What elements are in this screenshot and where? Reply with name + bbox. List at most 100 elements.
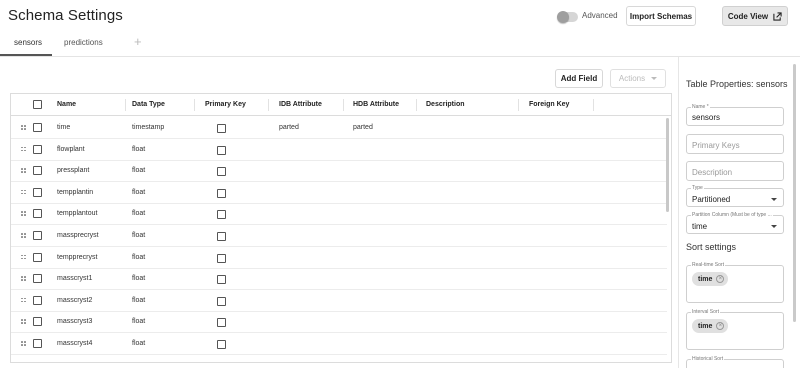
primary-key-checkbox[interactable] <box>217 275 226 285</box>
field-name[interactable]: massprecryst <box>57 232 99 239</box>
partition-column-select[interactable]: Partition Column (Must be of type ... ti… <box>686 212 784 234</box>
field-data-type[interactable]: timestamp <box>132 124 164 131</box>
table-row[interactable]: pressplant float <box>11 160 667 183</box>
field-name[interactable]: time <box>57 124 70 131</box>
row-select-checkbox[interactable] <box>33 252 42 262</box>
column-header-idb-attribute[interactable]: IDB Attribute <box>279 101 322 108</box>
drag-handle-icon[interactable] <box>21 125 27 130</box>
field-name[interactable]: flowplant <box>57 146 85 153</box>
primary-key-checkbox[interactable] <box>217 253 226 263</box>
select-all-checkbox[interactable] <box>33 100 42 109</box>
field-data-type[interactable]: float <box>132 167 145 174</box>
drag-handle-icon[interactable] <box>21 146 27 152</box>
drag-handle-icon[interactable] <box>21 168 27 173</box>
field-data-type[interactable]: float <box>132 232 145 239</box>
tab-predictions[interactable]: predictions <box>64 38 103 47</box>
primary-key-checkbox[interactable] <box>217 232 226 241</box>
actions-dropdown[interactable]: Actions <box>610 69 666 88</box>
remove-chip-icon[interactable]: × <box>716 322 725 330</box>
panel-scrollbar[interactable] <box>793 64 796 322</box>
type-select[interactable]: Type Partitioned <box>686 185 784 207</box>
interval-sort-field[interactable]: Interval Sort time × <box>686 309 784 350</box>
field-name[interactable]: tempprecryst <box>57 254 97 261</box>
drag-handle-icon[interactable] <box>21 189 27 195</box>
primary-key-checkbox[interactable] <box>217 167 226 177</box>
chevron-down-icon <box>651 77 658 80</box>
column-header-description[interactable]: Description <box>426 101 465 108</box>
interval-sort-chip-label: time <box>698 322 713 330</box>
code-view-button[interactable]: Code View <box>722 6 788 26</box>
primary-key-checkbox[interactable] <box>217 340 226 349</box>
primary-keys-field[interactable]: Primary Keys <box>686 134 784 154</box>
row-select-checkbox[interactable] <box>33 209 42 219</box>
field-data-type[interactable]: float <box>132 340 145 347</box>
field-name[interactable]: masscryst2 <box>57 297 92 304</box>
row-select-checkbox[interactable] <box>33 274 42 284</box>
field-name[interactable]: pressplant <box>57 167 89 174</box>
table-row[interactable]: massprecryst float <box>11 225 667 247</box>
table-row[interactable]: masscryst4 float <box>11 333 667 355</box>
field-data-type[interactable]: float <box>132 210 145 217</box>
add-tab-icon[interactable]: + <box>134 34 142 49</box>
field-hdb-attribute[interactable]: parted <box>353 124 373 131</box>
tab-sensors[interactable]: sensors <box>14 38 42 47</box>
table-row[interactable]: tempplantin float <box>11 182 667 204</box>
table-row[interactable]: time timestamp parted parted <box>11 117 667 139</box>
table-row[interactable]: masscryst3 float <box>11 311 667 334</box>
description-field[interactable]: Description <box>686 161 784 181</box>
table-name-field[interactable]: Name * sensors <box>686 104 784 126</box>
realtime-sort-field[interactable]: Real-time Sort time × <box>686 262 784 303</box>
row-select-checkbox[interactable] <box>33 231 42 240</box>
table-scrollbar[interactable] <box>666 118 669 212</box>
field-name[interactable]: masscryst3 <box>57 318 92 325</box>
drag-handle-icon[interactable] <box>21 276 27 281</box>
column-header-primary-key[interactable]: Primary Key <box>205 101 246 108</box>
row-select-checkbox[interactable] <box>33 187 42 197</box>
field-idb-attribute[interactable]: parted <box>279 124 299 131</box>
primary-key-checkbox[interactable] <box>217 296 226 306</box>
advanced-toggle[interactable] <box>557 11 578 23</box>
table-row[interactable]: tempplantout float <box>11 203 667 226</box>
realtime-sort-chip[interactable]: time × <box>692 272 729 286</box>
table-row[interactable]: masscryst1 float <box>11 268 667 291</box>
field-data-type[interactable]: float <box>132 318 145 325</box>
primary-key-checkbox[interactable] <box>217 188 226 198</box>
remove-chip-icon[interactable]: × <box>716 275 725 283</box>
row-select-checkbox[interactable] <box>33 295 42 305</box>
row-select-checkbox[interactable] <box>33 317 42 327</box>
row-select-checkbox[interactable] <box>33 123 42 132</box>
add-field-button[interactable]: Add Field <box>555 69 603 88</box>
drag-handle-icon[interactable] <box>21 211 27 216</box>
field-name[interactable]: tempplantin <box>57 189 93 196</box>
row-select-checkbox[interactable] <box>33 144 42 154</box>
column-header-hdb-attribute[interactable]: HDB Attribute <box>353 101 399 108</box>
drag-handle-icon[interactable] <box>21 341 27 346</box>
historical-sort-field[interactable]: Historical Sort <box>686 356 784 368</box>
column-header-name[interactable]: Name <box>57 101 76 108</box>
table-row[interactable]: flowplant float <box>11 139 667 161</box>
field-name[interactable]: masscryst4 <box>57 340 92 347</box>
drag-handle-icon[interactable] <box>21 319 27 324</box>
row-select-checkbox[interactable] <box>33 339 42 348</box>
table-row[interactable]: masscryst2 float <box>11 290 667 312</box>
column-header-data-type[interactable]: Data Type <box>132 101 165 108</box>
field-data-type[interactable]: float <box>132 254 145 261</box>
field-data-type[interactable]: float <box>132 275 145 282</box>
import-schemas-button[interactable]: Import Schemas <box>626 6 696 26</box>
field-name[interactable]: tempplantout <box>57 210 97 217</box>
primary-key-checkbox[interactable] <box>217 124 226 133</box>
field-data-type[interactable]: float <box>132 146 145 153</box>
drag-handle-icon[interactable] <box>21 233 27 238</box>
drag-handle-icon[interactable] <box>21 254 27 260</box>
primary-key-checkbox[interactable] <box>217 210 226 220</box>
field-data-type[interactable]: float <box>132 297 145 304</box>
column-header-foreign-key[interactable]: Foreign Key <box>529 101 569 108</box>
primary-key-checkbox[interactable] <box>217 318 226 328</box>
table-row[interactable]: tempprecryst float <box>11 247 667 269</box>
interval-sort-chip[interactable]: time × <box>692 319 729 333</box>
field-name[interactable]: masscryst1 <box>57 275 92 282</box>
primary-key-checkbox[interactable] <box>217 145 226 155</box>
row-select-checkbox[interactable] <box>33 166 42 176</box>
field-data-type[interactable]: float <box>132 189 145 196</box>
drag-handle-icon[interactable] <box>21 297 27 303</box>
